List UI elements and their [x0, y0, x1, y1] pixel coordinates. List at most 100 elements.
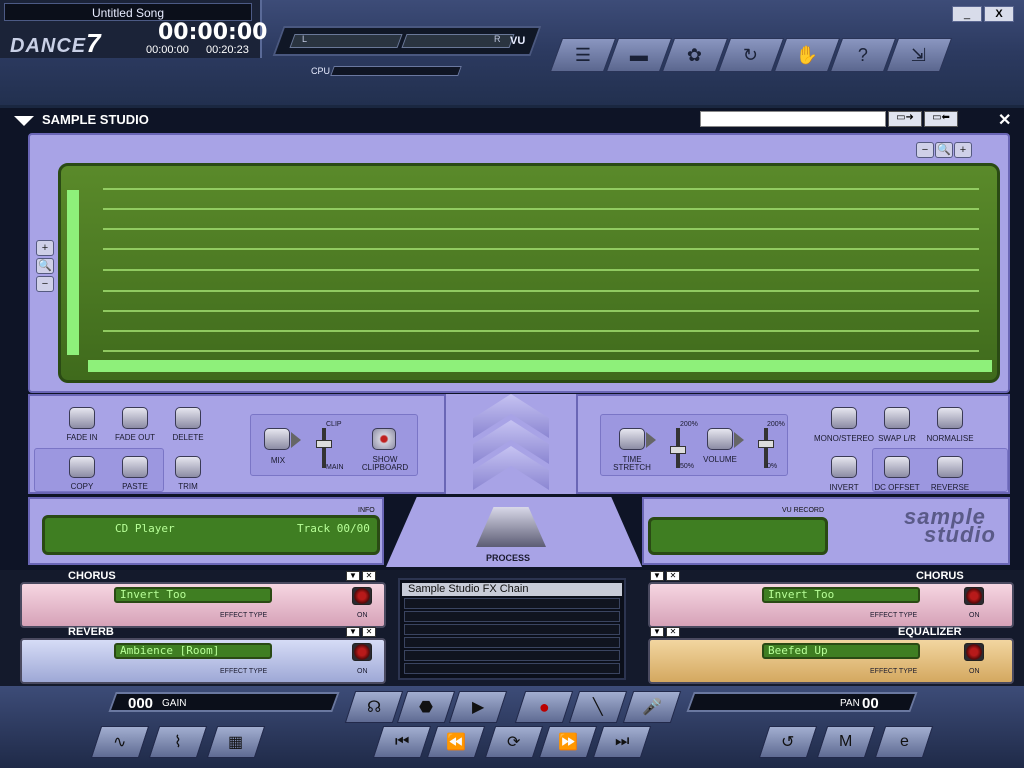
close-icon[interactable]: ✕ — [666, 571, 680, 581]
swap-lr-button[interactable] — [884, 407, 910, 429]
collapse-icon[interactable]: ▼ — [650, 627, 664, 637]
grid-line — [103, 208, 979, 210]
vertical-position-bar[interactable] — [67, 190, 79, 355]
brand-text: DANCE — [10, 35, 87, 57]
grid-line — [103, 310, 979, 312]
load-sample-icon[interactable]: ▭⬅ — [924, 111, 958, 127]
zoom-in-icon[interactable]: + — [954, 142, 972, 158]
elapsed-time: 00:00:00 — [146, 44, 189, 56]
chorus-right-name[interactable]: Invert Too — [762, 587, 920, 603]
copy-button[interactable] — [69, 456, 95, 478]
track-text: Track 00/00 — [297, 522, 370, 535]
fade-in-button[interactable] — [69, 407, 95, 429]
grid-line — [103, 188, 979, 190]
list-item[interactable] — [404, 611, 620, 622]
grid-line — [103, 290, 979, 292]
equalizer-name[interactable]: Beefed Up — [762, 643, 920, 659]
invert-button[interactable] — [831, 456, 857, 478]
cpu-meter — [330, 66, 462, 76]
save-sample-icon[interactable]: ▭➜ — [888, 111, 922, 127]
reverb-on-button[interactable] — [352, 643, 372, 661]
delete-label: DELETE — [172, 433, 204, 442]
time-stretch-button[interactable] — [619, 428, 645, 450]
list-item[interactable] — [404, 637, 620, 648]
zoom-fit-icon[interactable]: 🔍 — [935, 142, 953, 158]
delete-button[interactable] — [175, 407, 201, 429]
close-app-button[interactable]: X — [984, 6, 1014, 22]
pan-slider[interactable] — [686, 692, 918, 712]
chorus-left-name[interactable]: Invert Too — [114, 587, 272, 603]
list-icon[interactable]: ☰ — [549, 38, 617, 72]
song-title[interactable]: Untitled Song — [4, 3, 252, 21]
chorus-right-on-button[interactable] — [964, 587, 984, 605]
reverse-button[interactable] — [937, 456, 963, 478]
grid-line — [103, 228, 979, 230]
close-icon[interactable]: ✕ — [362, 627, 376, 637]
mix-label: MIX — [270, 456, 286, 465]
play-arrow-icon — [734, 432, 744, 448]
rotate-icon[interactable]: ↻ — [717, 38, 785, 72]
normalise-button[interactable] — [937, 407, 963, 429]
vzoom-out-icon[interactable]: − — [36, 276, 54, 292]
grid-line — [103, 248, 979, 250]
gain-label: GAIN — [162, 698, 187, 709]
horizontal-position-bar[interactable] — [88, 360, 992, 372]
list-item[interactable] — [404, 663, 620, 674]
chorus-left-on-button[interactable] — [352, 587, 372, 605]
collapse-icon[interactable]: ▼ — [650, 571, 664, 581]
chorus-right-title: CHORUS — [916, 570, 964, 582]
vu-right-label: R — [494, 34, 501, 44]
vu-meter — [272, 26, 542, 56]
mix-slider-knob[interactable] — [316, 440, 332, 448]
dc-offset-button[interactable] — [884, 456, 910, 478]
mono-stereo-button[interactable] — [831, 407, 857, 429]
mix-button[interactable] — [264, 428, 290, 450]
reverb-name[interactable]: Ambience [Room] — [114, 643, 272, 659]
help-icon[interactable]: ? — [829, 38, 897, 72]
collapse-icon[interactable]: ▼ — [346, 627, 360, 637]
on-label: ON — [357, 668, 368, 675]
trim-button[interactable] — [175, 456, 201, 478]
minimize-window-icon[interactable]: ⇲ — [885, 38, 953, 72]
on-label: ON — [969, 668, 980, 675]
equalizer-on-button[interactable] — [964, 643, 984, 661]
vu-record-label: VU RECORD — [782, 507, 825, 514]
volume-button[interactable] — [707, 428, 733, 450]
source-text: CD Player — [115, 522, 175, 535]
close-studio-button[interactable]: ✕ — [998, 110, 1011, 130]
effect-type-label: EFFECT TYPE — [870, 612, 918, 619]
fade-out-button[interactable] — [122, 407, 148, 429]
stretch-slider-knob[interactable] — [670, 446, 686, 454]
sample-studio-logo: sample studio — [846, 506, 996, 546]
info-label: INFO — [358, 507, 375, 514]
play-arrow-icon — [291, 432, 301, 448]
folder-icon[interactable]: ▬ — [605, 38, 673, 72]
vzoom-fit-icon[interactable]: 🔍 — [36, 258, 54, 274]
waveform-display[interactable] — [58, 163, 1000, 383]
gear-drum-icon[interactable]: ✿ — [661, 38, 729, 72]
grid-line — [103, 269, 979, 271]
list-item[interactable] — [404, 624, 620, 635]
list-item[interactable] — [404, 598, 620, 609]
list-item[interactable] — [404, 650, 620, 661]
process-label: PROCESS — [486, 553, 531, 563]
on-label: ON — [969, 612, 980, 619]
info-display: CD Player Track 00/00 — [42, 515, 380, 555]
zoom-out-icon[interactable]: − — [916, 142, 934, 158]
main-label: MAIN — [326, 464, 344, 471]
grid-line — [103, 330, 979, 332]
paste-button[interactable] — [122, 456, 148, 478]
pan-value: 00 — [862, 695, 879, 712]
time-stretch-label-2: STRETCH — [613, 463, 651, 472]
minimize-button[interactable]: _ — [952, 6, 982, 22]
vzoom-in-icon[interactable]: + — [36, 240, 54, 256]
grid-line — [103, 350, 979, 352]
hands-icon[interactable]: ✋ — [773, 38, 841, 72]
volume-label: VOLUME — [703, 455, 737, 464]
close-icon[interactable]: ✕ — [362, 571, 376, 581]
sample-name-field[interactable] — [700, 111, 886, 127]
volume-slider-knob[interactable] — [758, 440, 774, 448]
collapse-icon[interactable]: ▼ — [346, 571, 360, 581]
show-clipboard-button[interactable] — [372, 428, 396, 450]
close-icon[interactable]: ✕ — [666, 627, 680, 637]
